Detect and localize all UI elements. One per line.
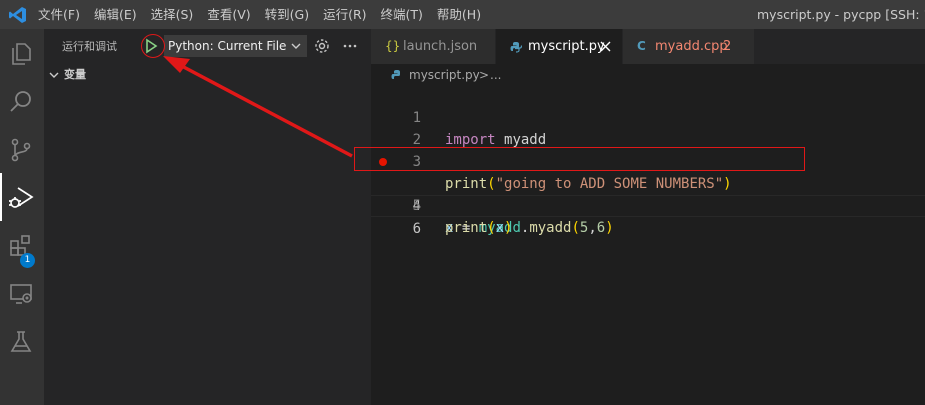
annotation-highlight-box [354, 147, 805, 171]
sidebar-title: 运行和调试 [62, 40, 117, 53]
cpp-file-icon: C [637, 39, 646, 53]
activity-testing[interactable] [0, 317, 44, 365]
breadcrumb-file[interactable]: myscript.py [409, 64, 480, 86]
source-control-icon [11, 138, 31, 162]
menu-run[interactable]: 运行(R) [323, 0, 373, 29]
variables-label: 变量 [64, 68, 86, 81]
menu-terminal[interactable]: 终端(T) [381, 0, 430, 29]
breadcrumb-separator: > [479, 68, 490, 82]
code-line: 1 import myadd [371, 85, 925, 148]
testing-icon [10, 331, 32, 352]
code-line-current: 6 [371, 195, 925, 237]
annotation-highlight-circle [141, 34, 165, 58]
activity-extensions[interactable]: 1 [0, 221, 44, 269]
vscode-logo-icon [9, 7, 26, 23]
remote-explorer-icon [10, 284, 32, 304]
close-icon[interactable] [600, 41, 611, 52]
editor-tabs: {} launch.json myscript.py C myadd.cpp 2 [371, 29, 925, 64]
extensions-badge: 1 [20, 253, 35, 268]
run-debug-icon [9, 187, 34, 208]
code-line: 2 [371, 107, 925, 148]
python-file-icon [510, 42, 522, 53]
window-title: myscript.py - pycpp [SSH: 192.1 [757, 7, 925, 22]
search-icon [10, 91, 31, 112]
breadcrumb: myscript.py > ... [371, 64, 925, 86]
code-line: 5 print(x) [371, 173, 925, 236]
activity-source-control[interactable] [0, 125, 44, 173]
menu-goto[interactable]: 转到(G) [265, 0, 316, 29]
run-debug-sidebar: 运行和调试 Python: Current File 变量 [44, 29, 371, 405]
editor-area: {} launch.json myscript.py C myadd.cpp 2… [371, 29, 925, 405]
problems-count: 2 [723, 39, 732, 54]
line-source: print(x) [445, 220, 513, 236]
chevron-down-icon [291, 43, 301, 49]
line-number: 6 [412, 221, 421, 237]
menu-file[interactable]: 文件(F) [38, 0, 87, 29]
activity-search[interactable] [0, 77, 44, 125]
debug-config-select[interactable]: Python: Current File [164, 35, 307, 57]
tab-label: launch.json [403, 39, 478, 54]
tab-myscript-py[interactable]: myscript.py [496, 29, 623, 64]
explorer-icon [12, 43, 31, 65]
tab-myadd-cpp[interactable]: C myadd.cpp 2 [623, 29, 755, 64]
title-bar: 文件(F) 编辑(E) 选择(S) 查看(V) 转到(G) 运行(R) 终端(T… [0, 0, 925, 29]
activity-bar: 1 [0, 29, 44, 405]
json-file-icon: {} [385, 39, 401, 53]
debug-toolbar: 运行和调试 Python: Current File [44, 29, 371, 64]
tab-label: myadd.cpp [655, 39, 728, 54]
activity-explorer[interactable] [0, 29, 44, 77]
tab-launch-json[interactable]: {} launch.json [371, 29, 496, 64]
menu-view[interactable]: 查看(V) [207, 0, 257, 29]
tab-label: myscript.py [528, 39, 605, 54]
breadcrumb-symbols[interactable]: ... [490, 64, 501, 86]
gear-icon[interactable] [314, 38, 330, 54]
menu-selection[interactable]: 选择(S) [151, 0, 201, 29]
chevron-down-icon [49, 72, 59, 78]
activity-run-debug[interactable] [0, 173, 44, 221]
more-actions-icon[interactable] [342, 38, 358, 54]
debug-config-label: Python: Current File [168, 39, 287, 53]
activity-remote-explorer[interactable] [0, 269, 44, 317]
menu-edit[interactable]: 编辑(E) [94, 0, 144, 29]
python-file-icon [391, 70, 400, 79]
variables-section-header[interactable]: 变量 [44, 65, 371, 85]
menu-bar: 文件(F) 编辑(E) 选择(S) 查看(V) 转到(G) 运行(R) 终端(T… [38, 0, 495, 29]
menu-help[interactable]: 帮助(H) [437, 0, 488, 29]
